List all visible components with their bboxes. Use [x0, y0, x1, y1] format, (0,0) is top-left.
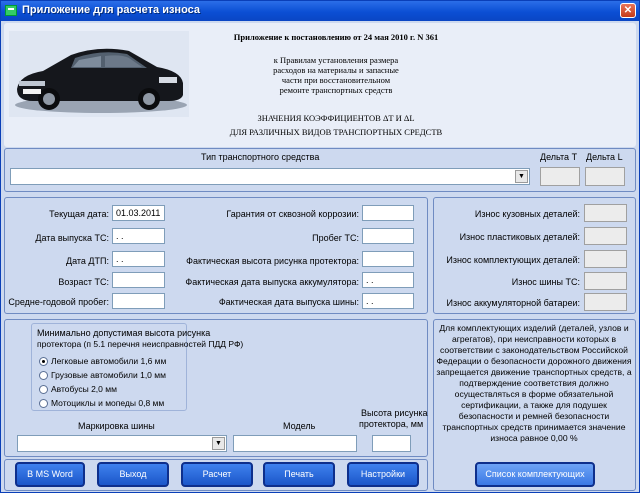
rules-line-4: ремонте транспортных средств	[279, 85, 393, 95]
accident-date-label: Дата ДТП:	[66, 256, 109, 266]
tire-wear-field	[584, 272, 627, 290]
body-wear-label: Износ кузовных деталей:	[474, 209, 580, 219]
rules-line-3: части при восстановительном	[281, 75, 391, 85]
radio-motorcycles[interactable]: Мотоциклы и мопеды 0,8 мм	[39, 398, 164, 409]
radio-selected-icon	[39, 357, 48, 367]
print-button[interactable]: Печать	[263, 462, 335, 487]
tread-height-field[interactable]	[362, 251, 414, 267]
model-label: Модель	[283, 421, 316, 431]
model-field[interactable]	[233, 435, 357, 452]
rules-line-1: к Правилам установления размера	[273, 55, 399, 65]
delta-t-label: Дельта T	[540, 152, 578, 162]
tire-marking-label: Маркировка шины	[78, 421, 155, 431]
radio-icon	[39, 371, 48, 381]
battery-wear-field	[584, 293, 627, 311]
plastic-wear-field	[584, 227, 627, 245]
plastic-wear-label: Износ пластиковых деталей:	[459, 232, 580, 242]
delta-l-label: Дельта L	[586, 152, 623, 162]
vehicle-age-field[interactable]	[112, 272, 165, 288]
calculate-button[interactable]: Расчет	[181, 462, 253, 487]
mileage-field[interactable]	[362, 228, 414, 244]
settings-button[interactable]: Настройки	[347, 462, 419, 487]
vehicle-age-label: Возраст ТС:	[58, 277, 109, 287]
radio-icon	[39, 385, 48, 395]
close-icon: ✕	[623, 5, 633, 16]
corrosion-warranty-label: Гарантия от сквозной коррозии:	[226, 209, 359, 219]
current-date-label: Текущая дата:	[49, 209, 109, 219]
tread-mm-field[interactable]	[372, 435, 411, 452]
battery-date-label: Фактическая дата выпуска аккумулятора:	[185, 277, 359, 287]
tread-mm-label-1: Высота рисунка	[361, 408, 428, 418]
parts-list-button[interactable]: Список комплектующих	[475, 462, 595, 487]
app-icon	[5, 5, 17, 16]
tire-marking-select[interactable]: ▼	[17, 435, 227, 452]
vehicle-type-select[interactable]: ▼	[10, 168, 530, 185]
decree-line: Приложение к постановлению от 24 мая 201…	[233, 32, 439, 42]
corrosion-warranty-field[interactable]	[362, 205, 414, 221]
annual-mileage-label: Средне-годовой пробег:	[8, 297, 109, 307]
chevron-down-icon[interactable]: ▼	[212, 437, 225, 450]
title-bar[interactable]: Приложение для расчета износа ✕	[1, 1, 639, 21]
car-photo	[9, 31, 189, 117]
annual-mileage-field[interactable]	[112, 293, 165, 309]
vehicle-type-label: Тип транспортного средства	[201, 152, 320, 162]
release-date-field[interactable]: . .	[112, 228, 165, 244]
delta-t-field	[540, 167, 580, 186]
radio-passenger[interactable]: Легковые автомобили 1,6 мм	[39, 356, 166, 367]
window-title: Приложение для расчета износа	[22, 4, 201, 16]
tread-heading-2: протектора (п 5.1 перечня неисправностей…	[37, 339, 244, 349]
tread-mm-label-2: протектора, мм	[359, 419, 424, 429]
parts-wear-label: Износ комплектующих деталей:	[446, 255, 580, 265]
radio-icon	[39, 399, 48, 409]
coef-title-2: ДЛЯ РАЗЛИЧНЫХ ВИДОВ ТРАНСПОРТНЫХ СРЕДСТВ	[229, 127, 443, 137]
tread-height-label: Фактическая высота рисунка протектора:	[186, 256, 359, 266]
tire-date-label: Фактическая дата выпуска шины:	[218, 297, 359, 307]
tire-date-field[interactable]: . .	[362, 293, 414, 309]
tire-wear-label: Износ шины ТС:	[511, 277, 580, 287]
body-wear-field	[584, 204, 627, 222]
battery-date-field[interactable]: . .	[362, 272, 414, 288]
current-date-field[interactable]: 01.03.2011	[112, 205, 165, 221]
chevron-down-icon[interactable]: ▼	[515, 170, 528, 183]
parts-wear-field	[584, 250, 627, 268]
release-date-label: Дата выпуска ТС:	[35, 233, 109, 243]
radio-trucks[interactable]: Грузовые автомобили 1,0 мм	[39, 370, 166, 381]
note-text: Для комплектующих изделий (деталей, узло…	[436, 323, 632, 443]
export-word-button[interactable]: В MS Word	[15, 462, 85, 487]
close-button[interactable]: ✕	[620, 3, 636, 18]
tread-heading-1: Минимально допустимая высота рисунка	[37, 328, 211, 338]
accident-date-field[interactable]: . .	[112, 251, 165, 267]
coef-title-1: ЗНАЧЕНИЯ КОЭФФИЦИЕНТОВ ΔT И ΔL	[257, 113, 415, 123]
mileage-label: Пробег ТС:	[312, 233, 359, 243]
battery-wear-label: Износ аккумуляторной батареи:	[446, 298, 580, 308]
exit-button[interactable]: Выход	[97, 462, 169, 487]
delta-l-field	[585, 167, 625, 186]
app-window: Приложение для расчета износа ✕ Приложен…	[0, 0, 640, 493]
rules-line-2: расходов на материалы и запасные	[273, 65, 399, 75]
radio-buses[interactable]: Автобусы 2,0 мм	[39, 384, 117, 395]
